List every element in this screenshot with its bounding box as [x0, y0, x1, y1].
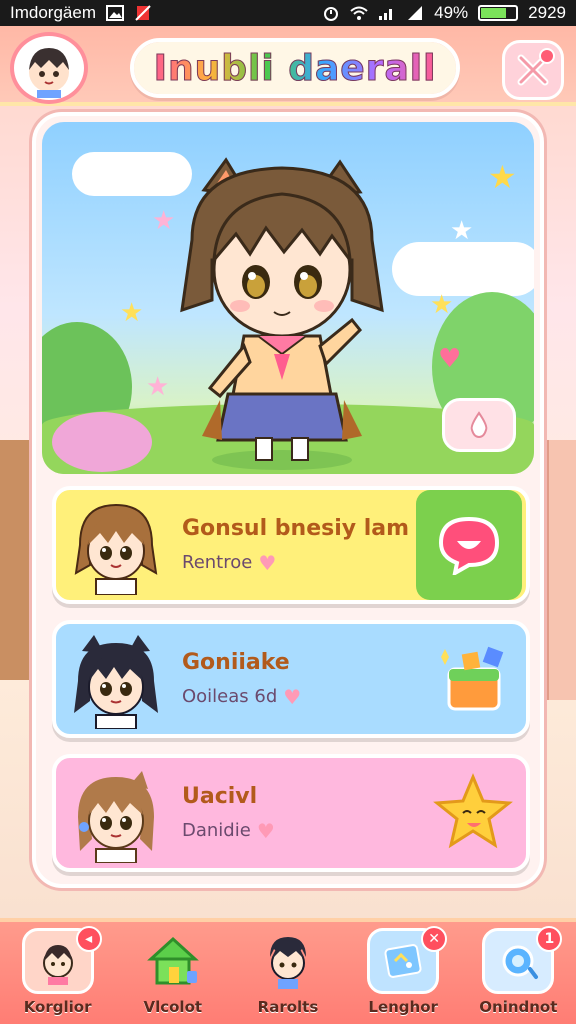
nav-label: Vlcolot [143, 998, 203, 1016]
character-portrait [56, 758, 176, 868]
star-friend-button[interactable] [420, 758, 526, 868]
heart-icon: ♥ [256, 818, 275, 843]
house-icon [137, 928, 209, 994]
drop-icon [470, 411, 488, 439]
star-icon: ★ [450, 216, 474, 246]
main-character-illustration [180, 157, 384, 470]
bottom-navigation: ◂ Korglior Vlcolot Rarolts ✕ Lenghor 1 O… [0, 918, 576, 1024]
nav-item-vlcolot[interactable]: Vlcolot [121, 924, 225, 1022]
cloud [392, 242, 534, 296]
face-icon [252, 928, 324, 994]
flower-bush-decor [52, 412, 152, 472]
character-scene: ★ ★ ★ ★ ★ ★ ♥ [42, 122, 534, 474]
signal-2-icon [408, 6, 423, 20]
wifi-icon [350, 6, 368, 20]
nav-label: Korglior [23, 998, 92, 1016]
avatar-face-icon [29, 48, 69, 98]
card-subtitle: Danidie [182, 820, 251, 841]
app-header: Inubli daerall [0, 26, 576, 106]
notification-badge: ◂ [75, 926, 102, 952]
battery-percent: 49% [434, 3, 469, 22]
notification-badge: ✕ [421, 926, 448, 952]
heart-icon: ♥ [258, 550, 277, 575]
star-icon: ★ [430, 290, 454, 320]
star-icon: ★ [120, 298, 144, 328]
character-portrait-icon [74, 503, 158, 595]
card-name: Uacivl [182, 783, 258, 809]
scene-action-button[interactable] [442, 398, 516, 452]
character-portrait-icon [74, 635, 158, 729]
notification-badge: 1 [536, 926, 563, 952]
image-icon [105, 5, 124, 21]
card-name: Gonsul bnesiy lam [182, 515, 410, 541]
battery-icon [478, 5, 519, 21]
carrier-label: Imdorgäem [10, 3, 96, 22]
nav-label: Onindnot [479, 998, 558, 1016]
app-title-text: Inubli daerall [153, 47, 437, 89]
left-fence-decor [0, 440, 32, 680]
heart-icon: ♥ [438, 344, 462, 374]
chat-bubble-icon [438, 516, 500, 575]
clock: 2929 [528, 3, 566, 22]
star-friend-icon [433, 773, 513, 849]
alarm-icon [324, 7, 339, 21]
card-name: Goniiake [182, 649, 290, 675]
nav-item-lenghor[interactable]: ✕ Lenghor [351, 924, 455, 1022]
nav-item-rarolts[interactable]: Rarolts [236, 924, 340, 1022]
chat-button[interactable] [416, 490, 522, 600]
character-portrait [56, 490, 176, 600]
heart-icon: ♥ [283, 684, 302, 709]
close-button[interactable] [502, 40, 564, 100]
close-icon [517, 48, 555, 86]
gift-button[interactable] [420, 624, 526, 734]
nav-label: Lenghor [368, 998, 438, 1016]
character-card[interactable]: Gonsul bnesiy lam Rentroe ♥ [52, 486, 530, 604]
nav-label: Rarolts [257, 998, 319, 1016]
card-subtitle: Ooileas 6d [182, 686, 278, 707]
card-subtitle: Rentroe [182, 552, 253, 573]
signal-icon [379, 9, 393, 20]
profile-avatar-button[interactable] [10, 32, 88, 104]
character-portrait [56, 624, 176, 734]
no-sim-icon [135, 5, 151, 21]
status-bar: Imdorgäem 49% 2929 [0, 0, 576, 26]
main-panel: ★ ★ ★ ★ ★ ★ ♥ Gonsul bnesiy lam Rentroe … [32, 112, 544, 888]
right-house-decor [546, 440, 576, 700]
character-portrait-icon [78, 771, 154, 863]
nav-item-onindnot[interactable]: 1 Onindnot [466, 924, 570, 1022]
app-title: Inubli daerall [130, 38, 460, 98]
star-icon: ★ [488, 158, 517, 196]
character-card[interactable]: Uacivl Danidie ♥ [52, 754, 530, 872]
nav-item-korglior[interactable]: ◂ Korglior [6, 924, 110, 1022]
character-card[interactable]: Goniiake Ooileas 6d ♥ [52, 620, 530, 738]
gift-box-icon [441, 646, 504, 711]
